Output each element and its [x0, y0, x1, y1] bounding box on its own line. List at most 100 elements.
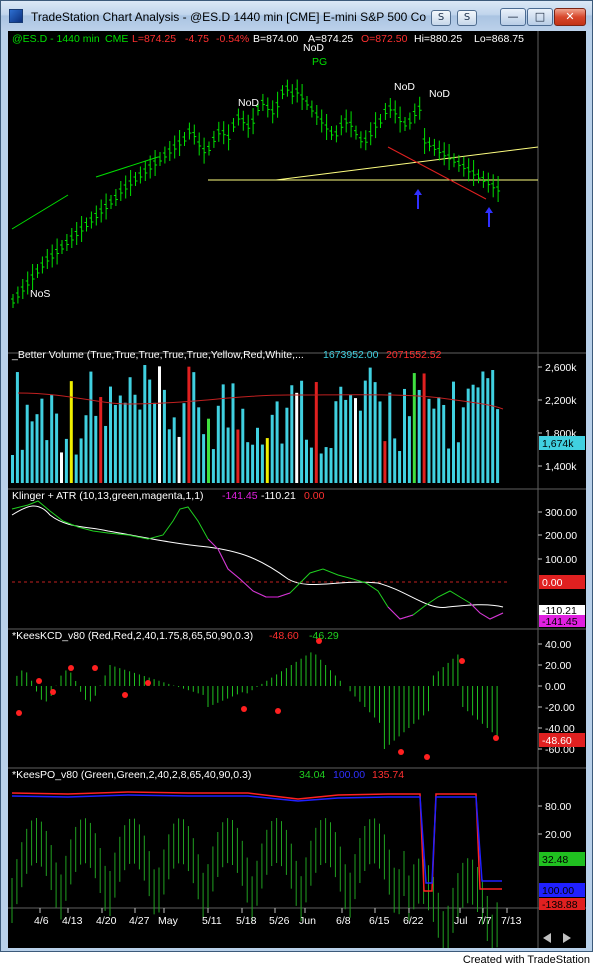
scroll-left-icon[interactable]	[543, 933, 551, 943]
scroll-right-icon[interactable]	[563, 933, 571, 943]
scale-label: 2,200k	[545, 395, 577, 407]
price-annotation: NoS	[30, 288, 50, 300]
volume-bar	[344, 399, 348, 483]
volume-bar	[476, 387, 480, 483]
volume-bar	[461, 407, 465, 483]
maximize-button[interactable]: □	[527, 8, 553, 26]
volume-bar	[378, 401, 382, 483]
buy-arrow-icon	[414, 189, 422, 209]
volume-bar	[456, 442, 460, 483]
volume-bar	[153, 402, 157, 483]
volume-bar	[197, 407, 201, 483]
trendline-green[interactable]	[95, 156, 159, 178]
volume-bar	[280, 443, 284, 483]
time-label: 4/27	[129, 915, 150, 927]
volume-bar	[50, 394, 54, 483]
volume-bar	[60, 452, 63, 483]
volume-bar	[55, 413, 59, 483]
time-label: 6/15	[369, 915, 390, 927]
bid-price: B=874.00	[253, 33, 298, 45]
last-price: L=874.25	[132, 33, 176, 45]
volume-bar	[427, 398, 431, 483]
minimize-button[interactable]: —	[500, 8, 526, 26]
volume-bar	[162, 389, 166, 483]
scale-label: 100.00	[545, 554, 577, 566]
kcd-value: -48.60	[269, 630, 299, 642]
chart-canvas[interactable]: @ES.D - 1440 min CME L=874.25 -4.75 -0.5…	[8, 31, 586, 948]
price-annotation: NoD	[303, 42, 324, 54]
volume-bar	[79, 438, 83, 483]
po-value-3: 135.74	[372, 769, 404, 781]
volume-bar	[334, 401, 338, 483]
volume-bar	[109, 386, 112, 483]
volume-bar	[383, 441, 387, 483]
volume-bar	[403, 388, 406, 483]
symbol-link-button[interactable]: S	[431, 10, 451, 26]
po-red-tag-value: -138.88	[542, 899, 578, 911]
volume-bar	[123, 402, 127, 483]
volume-value: 1673952.00	[323, 349, 379, 361]
chart-area[interactable]: @ES.D - 1440 min CME L=874.25 -4.75 -0.5…	[8, 31, 586, 948]
title-bar[interactable]: TradeStation Chart Analysis - @ES.D 1440…	[1, 1, 592, 31]
exchange-label: CME	[105, 33, 128, 45]
kcd-signal-dot	[459, 658, 465, 664]
kcd-study-label: *KeesKCD_v80 (Red,Red,2,40,1.75,8,65,50,…	[12, 630, 253, 642]
volume-bar	[398, 451, 402, 483]
close-button[interactable]: ✕	[554, 8, 586, 26]
time-label: Jul	[454, 915, 467, 927]
time-label: 7/7	[477, 915, 492, 927]
time-label: 7/13	[501, 915, 522, 927]
volume-bar	[148, 379, 152, 483]
kcd-signal-dot	[493, 735, 499, 741]
volume-bar	[363, 380, 367, 483]
time-label: 5/18	[236, 915, 257, 927]
volume-bar	[246, 442, 250, 483]
open-price: O=872.50	[361, 33, 408, 45]
po-current-tag-value: 32.48	[542, 854, 568, 866]
volume-scale: 2,600k2,200k1,800k1,400k	[538, 362, 577, 473]
volume-bar	[314, 382, 318, 483]
volume-bar	[354, 398, 357, 483]
volume-bar	[99, 397, 103, 483]
trendline-red[interactable]	[387, 146, 487, 200]
kcd-signal-dots	[16, 638, 499, 760]
volume-bar	[496, 409, 500, 483]
volume-bar	[25, 404, 29, 483]
kcd-signal-dot	[241, 706, 247, 712]
volume-bar	[118, 395, 122, 483]
price-annotation: PG	[312, 56, 327, 68]
volume-bar	[309, 447, 313, 483]
volume-bar	[339, 386, 343, 483]
volume-bar	[329, 448, 333, 483]
time-label: 4/13	[62, 915, 83, 927]
klinger-value: -141.45	[222, 490, 258, 502]
chart-window: TradeStation Chart Analysis - @ES.D 1440…	[0, 0, 593, 952]
klinger-magenta-tag-value: -141.45	[542, 616, 578, 628]
klinger-zero-tag-value: 0.00	[542, 577, 563, 589]
volume-bar	[388, 392, 392, 483]
volume-bar	[481, 371, 485, 483]
trendline-yellow-sloped[interactable]	[275, 146, 539, 181]
volume-bar	[265, 438, 269, 483]
po-study-label: *KeesPO_v80 (Green,Green,2,40,2,8,65,40,…	[12, 769, 251, 781]
volume-bar	[15, 372, 19, 483]
created-with-label: Created with TradeStation	[462, 954, 590, 966]
volume-bar	[417, 389, 421, 483]
volume-bar	[158, 366, 161, 483]
volume-bar	[452, 381, 455, 483]
net-change: -4.75	[185, 33, 209, 45]
volume-current-value: 1,674k	[542, 438, 574, 450]
volume-bars	[11, 365, 500, 483]
window-title: TradeStation Chart Analysis - @ES.D 1440…	[31, 10, 426, 24]
trendline-green[interactable]	[11, 194, 69, 230]
kcd-signal-dot	[16, 710, 22, 716]
kcd-value-2: -46.29	[309, 630, 339, 642]
symbol-link-button-2[interactable]: S	[457, 10, 477, 26]
time-label: 5/11	[202, 915, 222, 927]
volume-bar	[295, 392, 299, 483]
scale-label: 80.00	[545, 801, 571, 813]
time-label: 6/8	[336, 915, 351, 927]
volume-bar	[290, 385, 294, 483]
volume-bar	[373, 382, 377, 483]
scale-label: -20.00	[545, 702, 575, 714]
